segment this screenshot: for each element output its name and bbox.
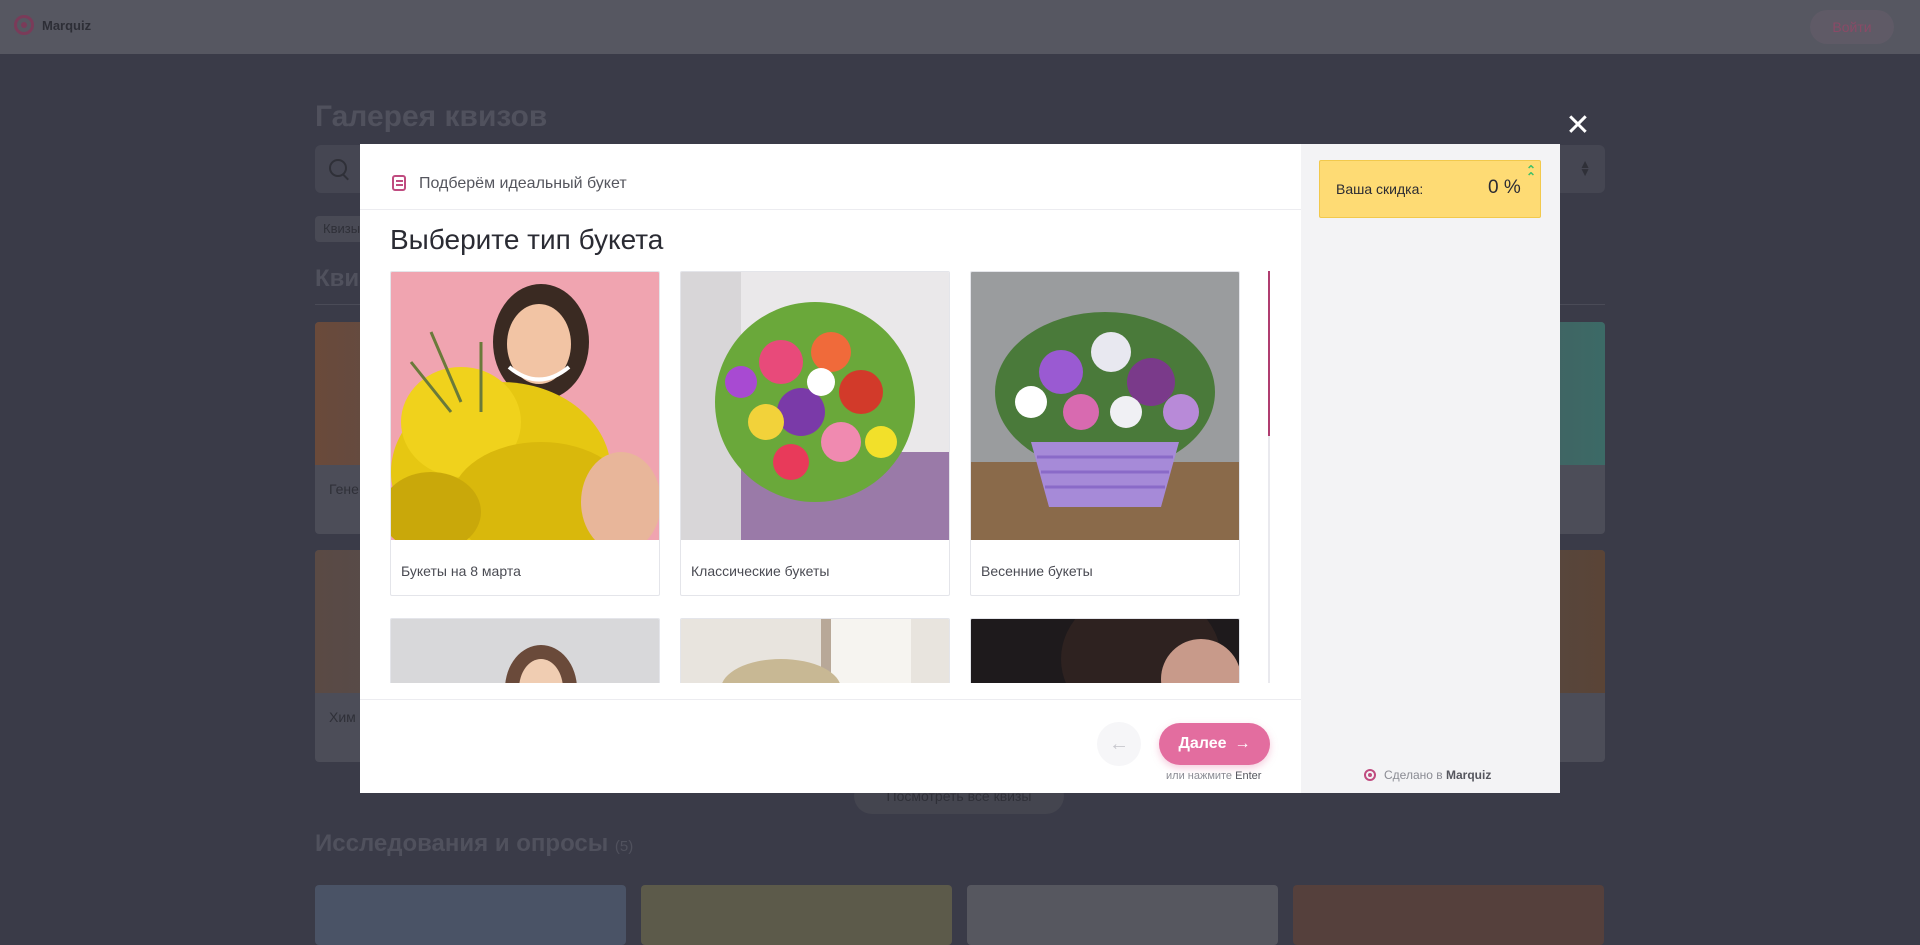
quiz-modal: Подберём идеальный букет Выберите тип бу… [360, 144, 1560, 793]
discount-label: Ваша скидка: [1336, 181, 1424, 197]
option-card[interactable]: Весенние букеты [970, 271, 1240, 596]
question-title: Выберите тип букета [390, 224, 664, 255]
arrow-right-icon: → [1234, 735, 1251, 752]
section2-title: Исследования и опросы (5) [315, 830, 633, 858]
footer-divider [360, 699, 1301, 700]
option-image [681, 272, 949, 540]
option-card[interactable]: Букеты на 8 марта [390, 271, 660, 596]
option-card[interactable]: Классические букеты [680, 271, 950, 596]
next-button-label: Далее [1178, 735, 1227, 752]
survey-card[interactable] [315, 885, 626, 945]
sort-icon[interactable]: ▲ ▼ [1579, 158, 1591, 178]
option-image [391, 272, 659, 540]
option-image [391, 619, 659, 683]
made-in-prefix: Сделано в [1384, 768, 1443, 782]
quiz-list-icon [392, 175, 406, 191]
next-button[interactable]: Далее → [1159, 723, 1270, 765]
page-title: Галерея квизов [315, 100, 548, 133]
logo-text: Marquiz [42, 17, 92, 33]
arrow-left-icon: ← [1109, 732, 1129, 755]
option-label: Букеты на 8 марта [401, 563, 521, 579]
top-bar: Marquiz Войти [0, 0, 1920, 54]
option-card[interactable] [390, 618, 660, 683]
search-icon [329, 159, 347, 177]
quiz-header: Подберём идеальный букет [360, 144, 1301, 210]
quiz-main: Подберём идеальный букет Выберите тип бу… [360, 144, 1301, 793]
enter-hint-prefix: или нажмите [1166, 770, 1233, 782]
enter-hint: или нажмите Enter [1166, 770, 1261, 782]
marquiz-logo-icon [14, 15, 34, 35]
double-chevron-up-icon: ⌃ ⌃ [1526, 163, 1537, 184]
marquiz-logo-icon [1364, 769, 1376, 781]
option-label: Классические букеты [691, 563, 830, 579]
option-image [971, 619, 1239, 683]
option-label: Весенние букеты [981, 563, 1093, 579]
quiz-name: Подберём идеальный букет [419, 175, 627, 192]
back-button[interactable]: ← [1097, 722, 1141, 766]
enter-hint-key: Enter [1235, 770, 1262, 782]
close-icon[interactable]: ✕ [1564, 111, 1592, 141]
survey-card[interactable] [967, 885, 1278, 945]
options-grid: Букеты на 8 марта Классические букеты Ве… [390, 271, 1260, 683]
option-image [681, 619, 949, 683]
made-in-brand: Marquiz [1445, 768, 1492, 782]
discount-value: 0 % [1488, 177, 1521, 198]
quiz-sidebar: Ваша скидка: 0 % ⌃ ⌃ Сделано в Marquiz [1301, 144, 1560, 793]
survey-card[interactable] [641, 885, 952, 945]
made-in-marquiz[interactable]: Сделано в Marquiz [1364, 768, 1491, 782]
survey-card[interactable] [1293, 885, 1604, 945]
section2-count: (5) [614, 838, 634, 855]
option-card[interactable] [680, 618, 950, 683]
option-card[interactable] [970, 618, 1240, 683]
logo[interactable]: Marquiz [14, 15, 91, 35]
discount-box: Ваша скидка: 0 % ⌃ ⌃ [1319, 160, 1541, 218]
login-button[interactable]: Войти [1810, 10, 1894, 44]
section2-title-text: Исследования и опросы [315, 830, 609, 857]
options-scrollbar-thumb[interactable] [1268, 271, 1270, 436]
option-image [971, 272, 1239, 540]
